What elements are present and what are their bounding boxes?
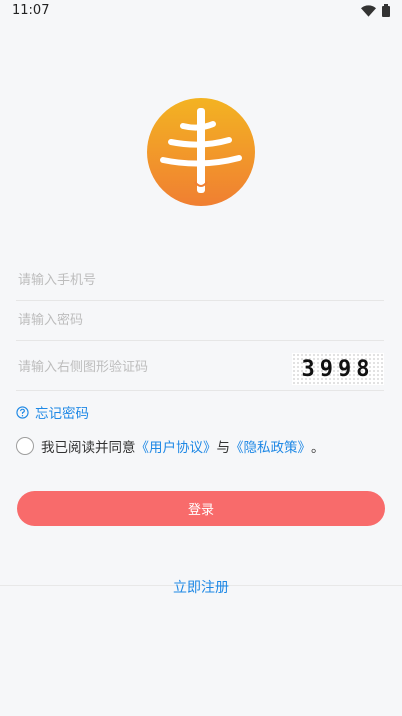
agreement-row: 我已阅读并同意 《用户协议》 与 《隐私政策》 。 — [16, 436, 325, 456]
password-field-row — [16, 300, 384, 341]
status-time: 11:07 — [12, 3, 50, 18]
forgot-password-label: 忘记密码 — [35, 406, 89, 422]
question-circle-icon — [16, 405, 29, 419]
captcha-input[interactable] — [16, 345, 280, 390]
app-logo — [147, 98, 255, 206]
phone-input[interactable] — [16, 260, 280, 300]
agreement-suffix: 。 — [311, 440, 325, 456]
agreement-prefix: 我已阅读并同意 — [41, 440, 136, 456]
status-icons — [361, 4, 390, 17]
password-input[interactable] — [16, 300, 280, 340]
battery-icon — [382, 4, 390, 17]
login-button[interactable]: 登录 — [17, 491, 385, 526]
captcha-field-row: 3998 — [16, 345, 384, 391]
agreement-checkbox[interactable] — [16, 437, 34, 455]
user-agreement-link[interactable]: 《用户协议》 — [136, 436, 217, 456]
phone-field-row — [16, 260, 384, 301]
privacy-policy-link[interactable]: 《隐私政策》 — [230, 436, 311, 456]
register-link[interactable]: 立即注册 — [0, 577, 402, 597]
wifi-icon — [361, 4, 376, 17]
agreement-and: 与 — [216, 440, 231, 456]
status-bar: 11:07 — [0, 0, 402, 24]
captcha-image[interactable]: 3998 — [292, 353, 384, 385]
forgot-password-link[interactable]: 忘记密码 — [16, 402, 89, 422]
